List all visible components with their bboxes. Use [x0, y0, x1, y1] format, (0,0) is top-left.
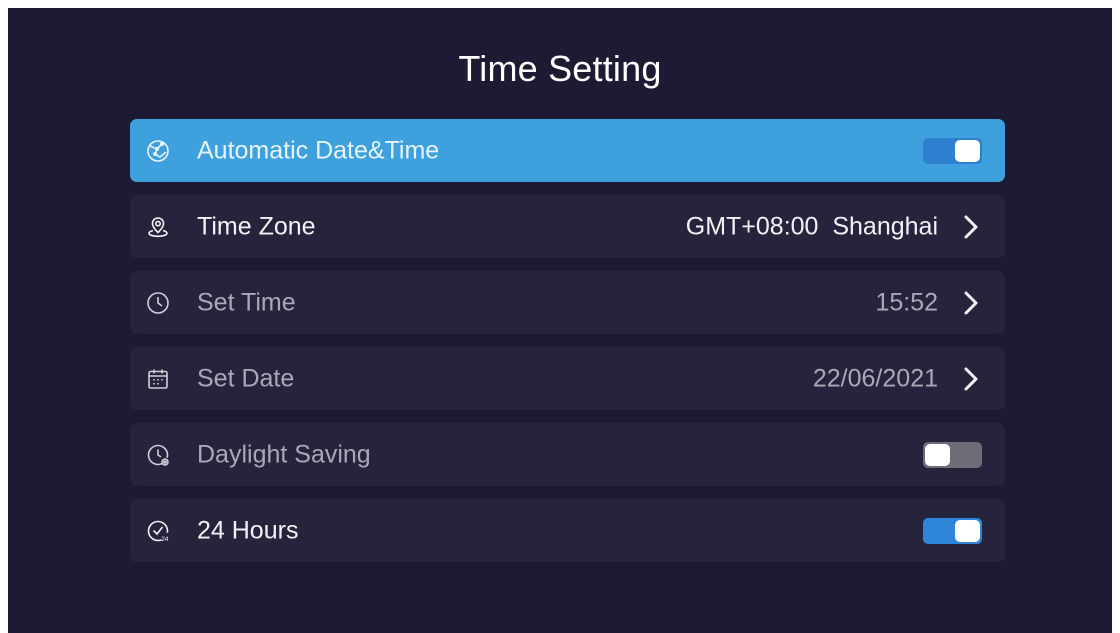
chevron-right-icon [963, 366, 979, 392]
toggle-knob [955, 519, 980, 542]
daylight-saving-toggle[interactable] [923, 441, 982, 468]
chevron-right-icon [963, 290, 979, 316]
page-title: Time Setting [458, 48, 662, 89]
time-zone-label: Time Zone [197, 212, 316, 240]
location-pin-icon [146, 215, 170, 239]
toggle-knob [955, 139, 980, 162]
set-time-row[interactable]: Set Time 15:52 [130, 271, 1005, 334]
daylight-saving-row[interactable]: Daylight Saving [130, 423, 1005, 486]
set-date-label: Set Date [197, 364, 295, 392]
time-setting-screen: Time Setting Automatic Date&Time Time Zo… [8, 8, 1112, 633]
settings-list: Automatic Date&Time Time Zone GMT+08:00 … [130, 119, 1005, 575]
24-hours-toggle[interactable] [923, 517, 982, 544]
toggle-knob [925, 443, 950, 466]
time-zone-row[interactable]: Time Zone GMT+08:00 Shanghai [130, 195, 1005, 258]
daylight-saving-label: Daylight Saving [197, 440, 371, 468]
clock-icon [146, 291, 170, 315]
24-hours-label: 24 Hours [197, 516, 299, 544]
24-hours-row[interactable]: 24 24 Hours [130, 499, 1005, 562]
set-date-row[interactable]: Set Date 22/06/2021 [130, 347, 1005, 410]
set-time-label: Set Time [197, 288, 296, 316]
set-date-value: 22/06/2021 [812, 364, 938, 392]
automatic-date-time-toggle[interactable] [923, 137, 982, 164]
automatic-date-time-row[interactable]: Automatic Date&Time [130, 119, 1005, 182]
daylight-clock-icon [146, 443, 170, 467]
svg-text:24: 24 [161, 536, 169, 543]
globe-icon [146, 139, 170, 163]
clock-24-icon: 24 [146, 519, 170, 543]
time-zone-value: GMT+08:00 Shanghai [685, 212, 938, 240]
set-time-value: 15:52 [875, 288, 938, 316]
automatic-date-time-label: Automatic Date&Time [197, 136, 440, 164]
calendar-icon [146, 367, 170, 391]
chevron-right-icon [963, 214, 979, 240]
